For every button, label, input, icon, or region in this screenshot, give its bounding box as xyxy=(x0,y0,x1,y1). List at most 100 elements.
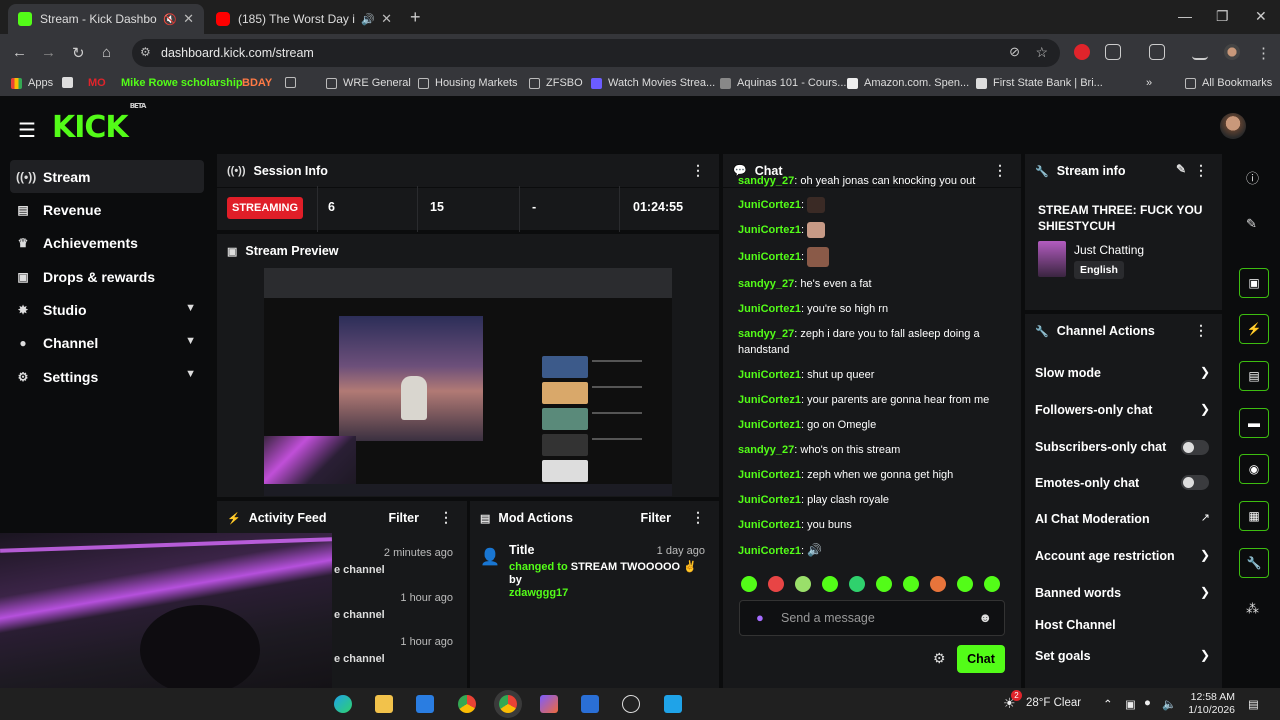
more-options-icon[interactable]: ⋮ xyxy=(691,162,705,179)
emote-icon[interactable] xyxy=(768,576,784,592)
bookmark-mike-rowe[interactable]: Mike Rowe scholarship xyxy=(121,77,243,89)
store-icon[interactable] xyxy=(581,695,599,713)
new-tab-icon[interactable]: + xyxy=(410,7,421,28)
forward-icon[interactable]: → xyxy=(41,44,56,61)
minimize-icon[interactable]: — xyxy=(1178,8,1192,24)
emote-icon[interactable] xyxy=(984,576,1000,592)
info-icon[interactable]: ⓘ xyxy=(1246,168,1259,187)
emote-icon[interactable] xyxy=(741,576,757,592)
sidebar-item-studio[interactable]: ✸ Studio ▼ xyxy=(10,294,204,327)
address-bar[interactable]: ⚙ dashboard.kick.com/stream ⊘ ☆ xyxy=(132,39,1060,67)
home-icon[interactable]: ⌂ xyxy=(102,44,111,61)
app-icon[interactable] xyxy=(664,695,682,713)
bookmark-all[interactable]: All Bookmarks xyxy=(1185,77,1272,89)
more-options-icon[interactable]: ⋮ xyxy=(1194,162,1208,179)
profile-avatar-icon[interactable] xyxy=(1224,44,1240,60)
bookmark-apps[interactable]: Apps xyxy=(11,77,53,89)
document-panel-icon[interactable]: ▤ xyxy=(1239,361,1269,391)
emote-icon[interactable] xyxy=(957,576,973,592)
sidebar-item-revenue[interactable]: ▤ Revenue xyxy=(10,193,204,226)
mic-tray-icon[interactable]: ● xyxy=(1144,697,1151,709)
bookmark-folder-zfsbo[interactable]: ZFSBO xyxy=(529,77,583,89)
kick-logo[interactable]: KICKBETA xyxy=(52,102,146,145)
extensions-puzzle-icon[interactable] xyxy=(1105,44,1121,60)
chat-panel-icon[interactable]: ▬ xyxy=(1239,408,1269,438)
chat-input[interactable]: ● Send a message ☻ xyxy=(739,600,1005,636)
edge-icon[interactable] xyxy=(334,695,352,713)
more-options-icon[interactable]: ⋮ xyxy=(439,509,453,526)
chat-settings-gear-icon[interactable]: ⚙ xyxy=(933,650,946,667)
bookmark-folder-wre[interactable]: WRE General xyxy=(326,77,411,89)
sidepanel-icon[interactable] xyxy=(1149,44,1165,60)
maximize-icon[interactable]: ❐ xyxy=(1216,8,1229,25)
emote-icon[interactable] xyxy=(849,576,865,592)
sidebar-item-drops[interactable]: ▣ Drops & rewards xyxy=(10,260,204,293)
tray-app-icon[interactable]: ▣ xyxy=(1125,697,1136,711)
user-avatar[interactable] xyxy=(1220,113,1246,139)
volume-icon[interactable]: 🔈 xyxy=(1162,697,1176,711)
site-settings-icon[interactable]: ⚙ xyxy=(140,45,151,59)
emoji-icon[interactable]: ☻ xyxy=(978,610,992,625)
bookmark-folder-housing[interactable]: Housing Markets xyxy=(418,77,518,89)
speaker-icon[interactable]: 🔊 xyxy=(361,13,375,26)
bookmark-watch-movies[interactable]: Watch Movies Strea... xyxy=(591,77,715,89)
file-explorer-icon[interactable] xyxy=(375,695,393,713)
subscribers-only-toggle[interactable] xyxy=(1181,440,1209,455)
emote-icon[interactable] xyxy=(903,576,919,592)
layout-icon[interactable]: ⁂ xyxy=(1246,601,1259,617)
sidebar-item-stream[interactable]: ((•)) Stream xyxy=(10,160,204,193)
emotes-only-toggle[interactable] xyxy=(1181,475,1209,490)
clock[interactable]: 12:58 AM 1/10/2026 xyxy=(1185,691,1235,717)
mic-icon[interactable]: ● xyxy=(756,610,764,625)
stream-preview-video[interactable] xyxy=(264,268,672,496)
send-chat-button[interactable]: Chat xyxy=(957,645,1005,673)
activity-filter-button[interactable]: Filter xyxy=(388,511,419,525)
bookmark-grid[interactable] xyxy=(285,77,302,88)
chrome-icon[interactable] xyxy=(458,695,476,713)
close-tab-icon[interactable]: ✕ xyxy=(381,11,392,27)
bookmark-blank[interactable] xyxy=(62,77,79,88)
bookmark-aquinas[interactable]: Aquinas 101 - Cours... xyxy=(720,77,846,89)
weather-text[interactable]: 28°F Clear xyxy=(1026,697,1081,709)
emote-icon[interactable] xyxy=(822,576,838,592)
tab-kick-dashboard[interactable]: Stream - Kick Dashboard 🔇 ✕ xyxy=(8,4,204,34)
media-controls-icon[interactable] xyxy=(1192,44,1208,60)
copilot-icon[interactable] xyxy=(540,695,558,713)
bookmark-star-icon[interactable]: ☆ xyxy=(1035,44,1048,61)
chrome-active-icon[interactable] xyxy=(499,695,517,713)
camera-panel-icon[interactable]: ▣ xyxy=(1239,268,1269,298)
tab-youtube[interactable]: (185) The Worst Day in 201 🔊 ✕ xyxy=(206,4,402,34)
extension-record-icon[interactable] xyxy=(1074,44,1090,60)
more-options-icon[interactable]: ⋮ xyxy=(1194,322,1208,339)
window-close-icon[interactable]: ✕ xyxy=(1255,8,1267,25)
outlook-icon[interactable] xyxy=(416,695,434,713)
emote-icon[interactable] xyxy=(876,576,892,592)
back-icon[interactable]: ← xyxy=(12,44,27,61)
url-text[interactable]: dashboard.kick.com/stream xyxy=(161,46,314,60)
more-bookmarks-icon[interactable]: » xyxy=(1146,77,1152,89)
mute-icon[interactable]: 🔇 xyxy=(163,13,177,26)
bookmark-amazon[interactable]: Amazon.com. Spen... xyxy=(847,77,969,89)
category-thumbnail[interactable] xyxy=(1038,241,1066,277)
edit-pencil-icon[interactable]: ✎ xyxy=(1246,216,1257,232)
sidebar-item-achievements[interactable]: ♛ Achievements xyxy=(10,227,204,260)
tracking-off-icon[interactable]: ⊘ xyxy=(1009,44,1020,60)
obs-icon[interactable] xyxy=(622,695,640,713)
tray-chevron-icon[interactable]: ⌃ xyxy=(1103,697,1113,711)
emote-icon[interactable] xyxy=(930,576,946,592)
sidebar-item-channel[interactable]: ● Channel ▼ xyxy=(10,327,204,360)
edit-pencil-icon[interactable]: ✎ xyxy=(1176,162,1186,176)
bolt-panel-icon[interactable]: ⚡ xyxy=(1239,314,1269,344)
reload-icon[interactable]: ↻ xyxy=(72,44,85,62)
more-options-icon[interactable]: ⋮ xyxy=(691,509,705,526)
category-name[interactable]: Just Chatting xyxy=(1074,243,1144,257)
mod-filter-button[interactable]: Filter xyxy=(640,511,671,525)
notifications-icon[interactable]: ▤ xyxy=(1248,697,1259,711)
bookmark-bday[interactable]: BDAY xyxy=(242,77,272,89)
bookmark-first-state-bank[interactable]: First State Bank | Bri... xyxy=(976,77,1103,89)
wrench-panel-icon[interactable]: 🔧 xyxy=(1239,548,1269,578)
broadcast-panel-icon[interactable]: ◉ xyxy=(1239,454,1269,484)
close-tab-icon[interactable]: ✕ xyxy=(183,11,194,27)
emote-icon[interactable] xyxy=(795,576,811,592)
bookmark-mo[interactable]: MO xyxy=(88,77,106,89)
